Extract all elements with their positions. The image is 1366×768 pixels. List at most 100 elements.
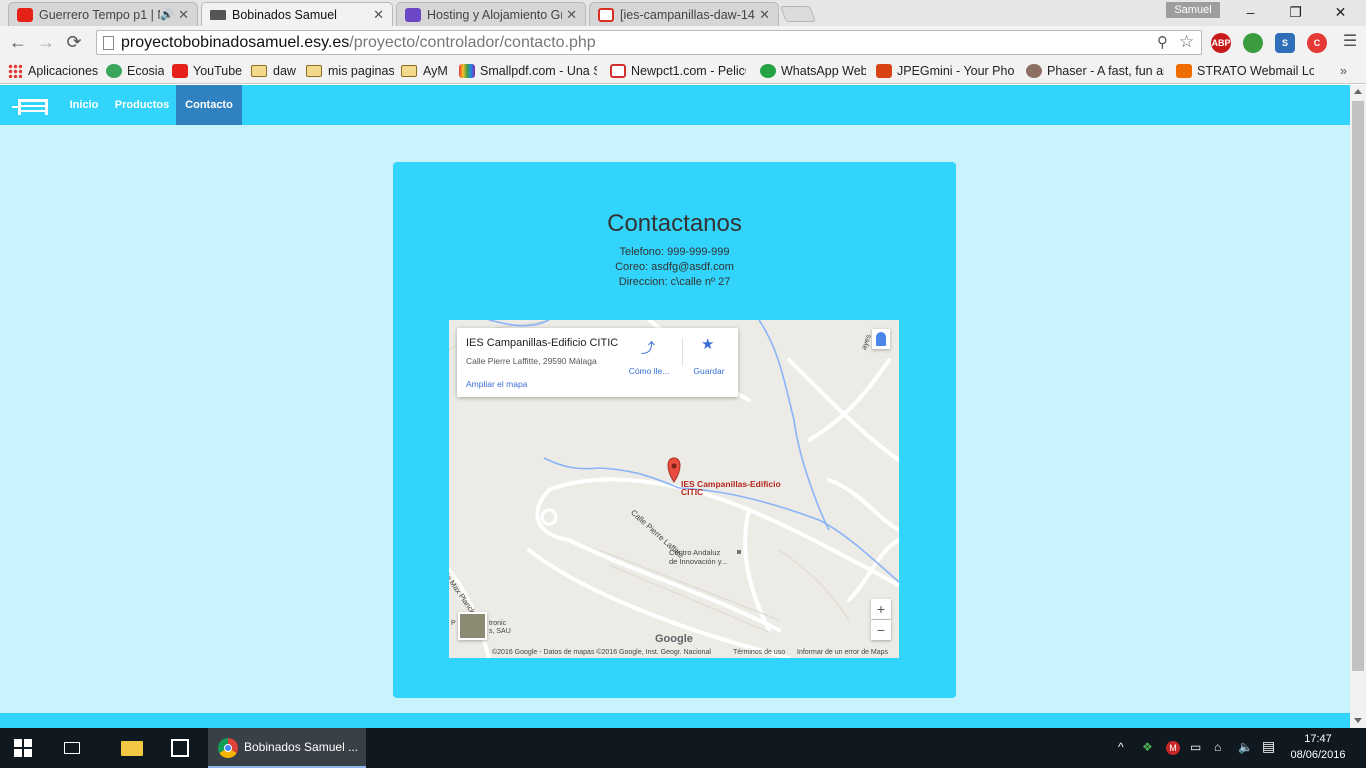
battery-icon[interactable]: ▭ xyxy=(1190,740,1201,754)
site-footer xyxy=(0,713,1350,728)
google-logo: Google xyxy=(655,633,693,645)
apps-grid-icon xyxy=(8,64,22,78)
contact-phone: Telefono: 999-999-999 xyxy=(619,246,730,258)
hostinger-icon xyxy=(405,7,421,22)
show-hidden-icons-icon[interactable]: ^ xyxy=(1118,740,1124,754)
minimize-button[interactable]: – xyxy=(1228,0,1273,24)
pegman-icon[interactable] xyxy=(872,329,890,349)
bookmark-youtube[interactable]: YouTube xyxy=(172,62,244,80)
speaker-icon[interactable]: 🔊 xyxy=(160,8,174,21)
volume-icon[interactable]: 🔈 xyxy=(1238,740,1253,754)
tab-youtube[interactable]: Guerrero Tempo p1 | M 🔊 ✕ xyxy=(8,2,198,26)
notifications-icon[interactable]: ▤ xyxy=(1262,738,1275,755)
network-icon[interactable]: ⌂ xyxy=(1214,740,1221,754)
folder-icon xyxy=(251,65,267,77)
jpegmini-icon xyxy=(876,64,892,78)
youtube-icon xyxy=(172,64,188,78)
enlarge-map-link[interactable]: Ampliar el mapa xyxy=(466,379,527,389)
c-extension-icon[interactable]: C xyxy=(1307,33,1327,53)
map-copyright: ©2016 Google - Datos de mapas ©2016 Goog… xyxy=(492,649,711,656)
site-logo-icon xyxy=(210,10,226,20)
zoom-in-button[interactable]: + xyxy=(871,599,891,619)
place-address: Calle Pierre Laffitte, 29590 Málaga xyxy=(466,356,597,366)
scroll-up-arrow-icon[interactable] xyxy=(1354,89,1362,94)
tab-hosting[interactable]: Hosting y Alojamiento Gra ✕ xyxy=(396,2,586,26)
file-explorer-icon[interactable] xyxy=(108,728,156,768)
more-bookmarks-icon[interactable]: » xyxy=(1340,62,1356,80)
page-scrollbar[interactable] xyxy=(1350,85,1366,728)
address-bar[interactable]: proyectobobinadosamuel.esy.es/proyecto/c… xyxy=(96,30,1202,55)
bookmark-whatsapp[interactable]: WhatsApp Web xyxy=(760,62,866,80)
report-error-link[interactable]: Informar de un error de Maps xyxy=(797,649,888,656)
strato-icon xyxy=(1176,64,1192,78)
taskbar-chrome-button[interactable]: Bobinados Samuel ... xyxy=(208,728,366,768)
nav-productos[interactable]: Productos xyxy=(108,85,176,125)
zoom-search-icon[interactable]: ⚲ xyxy=(1157,33,1168,51)
newpct-icon xyxy=(610,64,626,78)
ecosia-icon xyxy=(106,64,122,78)
bookmark-ecosia[interactable]: Ecosia xyxy=(106,62,164,80)
zoom-out-button[interactable]: − xyxy=(871,620,891,640)
bookmark-strato[interactable]: STRATO Webmail Log xyxy=(1176,62,1314,80)
star-icon[interactable]: ★ xyxy=(701,335,714,353)
globe-extension-icon[interactable] xyxy=(1243,33,1263,53)
map-footer: ©2016 Google - Datos de mapas ©2016 Goog… xyxy=(449,648,899,658)
adblock-icon[interactable]: ABP xyxy=(1211,33,1231,53)
poi-label-2b: tronic s, SAU xyxy=(489,620,511,635)
close-tab-icon[interactable]: ✕ xyxy=(178,7,189,23)
menu-icon[interactable]: ☰ xyxy=(1338,30,1362,54)
task-view-icon[interactable] xyxy=(48,728,96,768)
bookmark-star-icon[interactable]: ☆ xyxy=(1179,32,1194,52)
close-tab-icon[interactable]: ✕ xyxy=(759,7,770,23)
bookmark-folder-aym[interactable]: AyM xyxy=(401,62,451,80)
dropbox-icon[interactable]: ❖ xyxy=(1142,740,1153,754)
page-icon xyxy=(103,36,114,50)
store-icon[interactable] xyxy=(156,728,204,768)
windows-taskbar: Bobinados Samuel ... ^ ❖ M ▭ ⌂ 🔈 ▤ 17:47… xyxy=(0,728,1366,768)
windows-start-icon[interactable] xyxy=(0,728,48,768)
profile-badge[interactable]: Samuel xyxy=(1166,2,1220,18)
nav-contacto[interactable]: Contacto xyxy=(176,85,242,125)
close-window-button[interactable]: ✕ xyxy=(1318,0,1363,24)
maximize-button[interactable]: ❐ xyxy=(1273,0,1318,24)
close-tab-icon[interactable]: ✕ xyxy=(566,7,577,23)
bookmark-aplicaciones[interactable]: Aplicaciones xyxy=(8,62,100,80)
bookmark-phaser[interactable]: Phaser - A fast, fun an xyxy=(1026,62,1164,80)
save-button[interactable]: Guardar xyxy=(684,366,734,376)
scroll-down-arrow-icon[interactable] xyxy=(1354,718,1362,723)
tab-bobinados[interactable]: Bobinados Samuel ✕ xyxy=(201,2,393,27)
bookmark-jpegmini[interactable]: JPEGmini - Your Photo xyxy=(876,62,1014,80)
mega-icon[interactable]: M xyxy=(1166,741,1180,755)
site-navbar: Inicio Productos Contacto xyxy=(0,85,1350,125)
url-text: proyectobobinadosamuel.esy.es/proyecto/c… xyxy=(121,34,596,51)
directions-icon[interactable]: ⤴ xyxy=(641,338,655,358)
reload-icon[interactable]: ⟳ xyxy=(62,30,86,54)
whatsapp-icon xyxy=(760,64,776,78)
bookmark-smallpdf[interactable]: Smallpdf.com - Una S xyxy=(459,62,597,80)
bookmark-folder-mis-paginas[interactable]: mis paginas xyxy=(306,62,394,80)
phaser-icon xyxy=(1026,64,1042,78)
satellite-thumbnail[interactable] xyxy=(458,612,487,640)
poi-label-2: P xyxy=(451,620,456,627)
taskbar-app-label: Bobinados Samuel ... xyxy=(244,740,359,754)
contact-address: Direccion: c\calle nº 27 xyxy=(618,276,731,288)
s-extension-icon[interactable]: S xyxy=(1275,33,1295,53)
taskbar-clock[interactable]: 17:47 08/06/2016 xyxy=(1286,731,1350,763)
back-arrow-icon[interactable]: ← xyxy=(6,30,30,54)
tab-gmail[interactable]: [ies-campanillas-daw-141( ✕ xyxy=(589,2,779,26)
terms-link[interactable]: Términos de uso xyxy=(733,649,785,656)
bookmark-newpct[interactable]: Newpct1.com - Pelicu xyxy=(610,62,746,80)
place-title: IES Campanillas-Edificio CITIC xyxy=(466,337,619,349)
site-logo-icon[interactable] xyxy=(12,97,50,117)
marker-label: IES Campanillas-Edificio CITIC xyxy=(681,479,781,497)
new-tab-button[interactable] xyxy=(780,6,816,22)
forward-arrow-icon[interactable]: → xyxy=(34,30,58,54)
directions-button[interactable]: Cómo lle... xyxy=(624,366,674,376)
google-map[interactable]: IES Campanillas-Edificio CITIC Calle Pie… xyxy=(449,320,899,658)
scrollbar-thumb[interactable] xyxy=(1352,101,1364,671)
close-tab-icon[interactable]: ✕ xyxy=(373,7,384,23)
folder-icon xyxy=(401,65,417,77)
clock-time: 17:47 xyxy=(1304,733,1332,745)
bookmark-folder-daw[interactable]: daw xyxy=(251,62,299,80)
nav-inicio[interactable]: Inicio xyxy=(62,85,106,125)
